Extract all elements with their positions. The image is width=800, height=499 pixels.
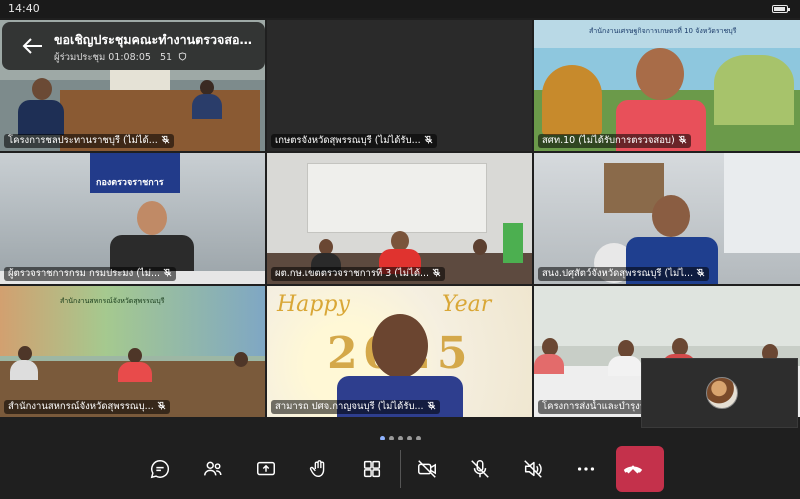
mic-off-icon (432, 268, 441, 277)
speaker-off-icon (524, 460, 542, 478)
video-tile-7[interactable]: สำนักงานสหกรณ์จังหวัดสุพรรณบุรี สำนักงาน… (0, 286, 265, 417)
speaker-button[interactable] (516, 452, 550, 486)
mic-off-icon (161, 135, 170, 144)
participants-button[interactable] (196, 452, 230, 486)
toolbar-divider (400, 450, 401, 488)
back-arrow-icon[interactable] (20, 36, 44, 56)
mic-off-icon (471, 460, 489, 478)
tile-label: สศท.10 (ไม่ได้รับการตรวจสอบ) (538, 134, 691, 148)
mic-off-icon (157, 401, 166, 410)
video-tile-3[interactable]: สำนักงานเศรษฐกิจการเกษตรที่ 10 จังหวัดรา… (534, 20, 800, 151)
banner-text: สำนักงานเศรษฐกิจการเกษตรที่ 10 จังหวัดรา… (589, 27, 737, 35)
tile-label: ผู้ตรวจราชการกรม กรมประมง (ไม่... (4, 267, 177, 281)
more-button[interactable] (569, 452, 603, 486)
video-tile-5[interactable]: ผต.กษ.เขตตรวจราชการที่ 3 (ไม่ได้... (267, 153, 532, 284)
meeting-header: ขอเชิญประชุมคณะทำงานตรวจสอบ... ผู้ร่วมปร… (2, 22, 265, 70)
mic-off-icon (427, 401, 435, 410)
video-tile-4[interactable]: กองตรวจราชการ ผู้ตรวจราชการกรม กรมประมง … (0, 153, 265, 284)
chat-button[interactable] (143, 452, 177, 486)
status-bar: 14:40 (0, 0, 800, 18)
shield-icon (179, 52, 187, 61)
mic-off-icon (163, 268, 172, 277)
banner-text: สำนักงานสหกรณ์จังหวัดสุพรรณบุรี (60, 297, 165, 305)
meeting-title: ขอเชิญประชุมคณะทำงานตรวจสอบ... (54, 32, 259, 47)
chat-icon (150, 460, 170, 479)
share-screen-button[interactable] (249, 452, 283, 486)
view-button[interactable] (355, 452, 389, 486)
leave-call-button[interactable] (616, 446, 664, 492)
tile-label: ผต.กษ.เขตตรวจราชการที่ 3 (ไม่ได้... (271, 267, 446, 281)
react-button[interactable] (302, 452, 336, 486)
mic-off-icon (424, 135, 433, 144)
participant-count: 51 (159, 52, 173, 63)
camera-off-icon (418, 460, 436, 478)
tile-label: เกษตรจังหวัดสุพรรณบุรี (ไม่ได้รับ... (271, 134, 437, 148)
camera-button[interactable] (410, 452, 444, 486)
page-indicator (0, 426, 800, 441)
call-toolbar (0, 440, 800, 499)
grid-view-icon (363, 460, 381, 478)
avatar (706, 377, 738, 409)
newyear-happy: Happy (277, 292, 350, 317)
mic-off-icon (678, 135, 687, 144)
tile-label: สามารถ ปศจ.กาญจนบุรี (ไม่ได้รับ... (271, 400, 440, 414)
meeting-subtitle: ผู้ร่วมประชุม 01:08:05 51 (54, 50, 187, 65)
video-tile-8[interactable]: Happy Year 2025 สามารถ ปศจ.กาญจนบุรี (ไม… (267, 286, 532, 417)
raise-hand-icon (309, 460, 325, 478)
chevron-up-icon[interactable] (622, 460, 644, 478)
battery-icon (772, 5, 790, 13)
tile-label: สำนักงานสหกรณ์จังหวัดสุพรรณบุ... (4, 400, 170, 414)
newyear-year: Year (442, 292, 492, 317)
video-tile-6[interactable]: สนง.ปศุสัตว์จังหวัดสุพรรณบุรี (ไม่ไ... (534, 153, 800, 284)
tile-label: สนง.ปศุสัตว์จังหวัดสุพรรณบุรี (ไม่ไ... (538, 267, 710, 281)
mic-off-icon (696, 268, 705, 277)
tile-label: โครงการชลประทานราชบุรี (ไม่ได้... (4, 134, 174, 148)
people-icon (204, 461, 222, 476)
meeting-timer: 01:08:05 (108, 52, 151, 63)
mic-button[interactable] (463, 452, 497, 486)
self-view[interactable] (641, 358, 798, 428)
status-time: 14:40 (8, 2, 40, 15)
more-icon (577, 467, 595, 471)
share-screen-icon (257, 461, 275, 476)
video-tile-2[interactable]: เกษตรจังหวัดสุพรรณบุรี (ไม่ได้รับ... (267, 20, 532, 151)
participants-label: ผู้ร่วมประชุม (54, 52, 106, 63)
banner-text: กองตรวจราชการ (96, 178, 164, 188)
